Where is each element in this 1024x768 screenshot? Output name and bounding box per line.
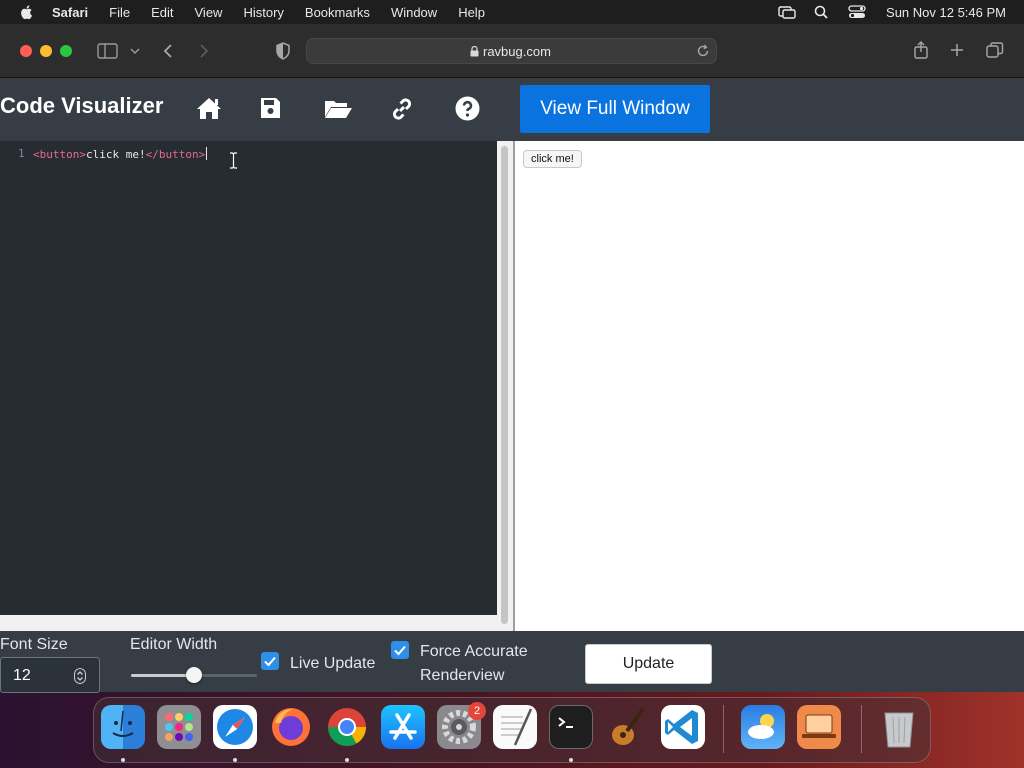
menu-bar: Safari File Edit View History Bookmarks … xyxy=(0,0,1024,24)
back-icon[interactable] xyxy=(162,43,174,59)
chrome-icon xyxy=(327,708,367,747)
code-editor[interactable]: 1 <button>click me!</button> xyxy=(0,141,497,615)
dock-garageband-icon[interactable] xyxy=(605,705,649,749)
dock-vscode-icon[interactable] xyxy=(661,705,705,749)
laptop-icon xyxy=(802,714,836,738)
live-update-label: Live Update xyxy=(290,655,376,672)
dock-separator xyxy=(723,705,724,753)
close-window-button[interactable] xyxy=(20,45,32,57)
vscode-icon xyxy=(665,710,698,744)
forward-icon[interactable] xyxy=(198,43,210,59)
running-indicator xyxy=(121,758,125,762)
reload-icon[interactable] xyxy=(696,44,710,58)
zoom-window-button[interactable] xyxy=(60,45,72,57)
help-icon[interactable] xyxy=(455,96,480,121)
share-icon[interactable] xyxy=(913,41,929,59)
dock-terminal-icon[interactable] xyxy=(549,705,593,749)
editor-width-label: Editor Width xyxy=(130,636,218,653)
dock-firefox-icon[interactable] xyxy=(269,705,313,749)
screen-mirroring-icon[interactable] xyxy=(778,5,796,19)
minimize-window-button[interactable] xyxy=(40,45,52,57)
trash-icon xyxy=(884,712,914,748)
save-icon[interactable] xyxy=(259,96,282,120)
app-store-icon xyxy=(389,713,417,740)
menu-clock[interactable]: Sun Nov 12 5:46 PM xyxy=(886,5,1006,20)
sidebar-icon[interactable] xyxy=(97,43,119,59)
menu-bookmarks[interactable]: Bookmarks xyxy=(305,5,370,20)
terminal-prompt-icon xyxy=(558,717,573,728)
notification-badge: 2 xyxy=(468,702,486,720)
ibeam-cursor-icon xyxy=(230,152,237,169)
editor-horizontal-scrollbar[interactable] xyxy=(0,615,497,631)
text-document-icon xyxy=(501,708,533,746)
menu-edit[interactable]: Edit xyxy=(151,5,173,20)
font-size-value: 12 xyxy=(13,667,31,684)
scrollbar-thumb[interactable] xyxy=(501,146,508,624)
guitar-icon xyxy=(612,707,645,745)
running-indicator xyxy=(345,758,349,762)
home-icon[interactable] xyxy=(195,96,223,120)
update-button[interactable]: Update xyxy=(585,644,712,684)
dock-chrome-icon[interactable] xyxy=(325,705,369,749)
running-indicator xyxy=(233,758,237,762)
cloud-sun-icon xyxy=(748,714,774,739)
dock-separator xyxy=(861,705,862,753)
dock-screen-sharing-icon[interactable] xyxy=(797,705,841,749)
lock-icon xyxy=(470,46,479,57)
view-full-window-button[interactable]: View Full Window xyxy=(520,85,710,133)
menu-app-name[interactable]: Safari xyxy=(52,5,88,20)
address-url: ravbug.com xyxy=(483,44,551,59)
dock-launchpad-icon[interactable] xyxy=(157,705,201,749)
tab-overview-icon[interactable] xyxy=(986,42,1004,58)
dock-app-store-icon[interactable] xyxy=(381,705,425,749)
privacy-shield-icon[interactable] xyxy=(275,42,291,60)
live-update-checkbox[interactable] xyxy=(261,652,279,670)
compass-icon xyxy=(217,709,253,745)
force-accurate-label-line1: Force Accurate xyxy=(420,643,528,660)
address-bar[interactable]: ravbug.com xyxy=(306,38,717,64)
text-cursor xyxy=(206,147,208,160)
code-open-tag: <button> xyxy=(33,148,86,161)
force-accurate-checkbox[interactable] xyxy=(391,641,409,659)
control-center-icon[interactable] xyxy=(848,5,866,19)
finder-face-icon xyxy=(112,710,134,737)
force-accurate-label-line2: Renderview xyxy=(420,667,505,684)
line-number: 1 xyxy=(18,147,25,160)
code-line[interactable]: <button>click me!</button> xyxy=(33,147,208,161)
menu-window[interactable]: Window xyxy=(391,5,437,20)
font-size-label: Font Size xyxy=(0,636,68,653)
preview-button[interactable]: click me! xyxy=(523,150,582,168)
editor-scrollbar[interactable] xyxy=(497,141,513,631)
checkmark-icon xyxy=(264,656,276,667)
render-preview: click me! xyxy=(513,141,1024,631)
link-icon[interactable] xyxy=(389,96,415,122)
stepper-icon[interactable] xyxy=(74,668,86,684)
launchpad-grid-icon xyxy=(165,713,193,741)
chevron-down-icon[interactable] xyxy=(130,47,140,55)
editor-width-slider-fill xyxy=(131,674,194,677)
menu-history[interactable]: History xyxy=(243,5,283,20)
dock-finder-icon[interactable] xyxy=(101,705,145,749)
dock-weather-icon[interactable] xyxy=(741,705,785,749)
menu-help[interactable]: Help xyxy=(458,5,485,20)
menu-file[interactable]: File xyxy=(109,5,130,20)
new-tab-icon[interactable] xyxy=(950,43,964,57)
dock-safari-icon[interactable] xyxy=(213,705,257,749)
menu-view[interactable]: View xyxy=(195,5,223,20)
checkmark-icon xyxy=(394,645,406,656)
apple-icon[interactable] xyxy=(19,4,35,20)
open-folder-icon[interactable] xyxy=(324,98,353,120)
running-indicator xyxy=(569,758,573,762)
editor-width-slider-knob[interactable] xyxy=(186,667,202,683)
firefox-icon xyxy=(272,708,310,746)
dock-trash-icon[interactable] xyxy=(877,705,921,749)
font-size-input[interactable]: 12 xyxy=(0,657,100,693)
code-close-tag: </button> xyxy=(145,148,206,161)
spotlight-search-icon[interactable] xyxy=(813,5,831,19)
app-title: Code Visualizer xyxy=(0,93,164,118)
dock-textedit-icon[interactable] xyxy=(493,705,537,749)
code-text: click me! xyxy=(85,148,146,161)
